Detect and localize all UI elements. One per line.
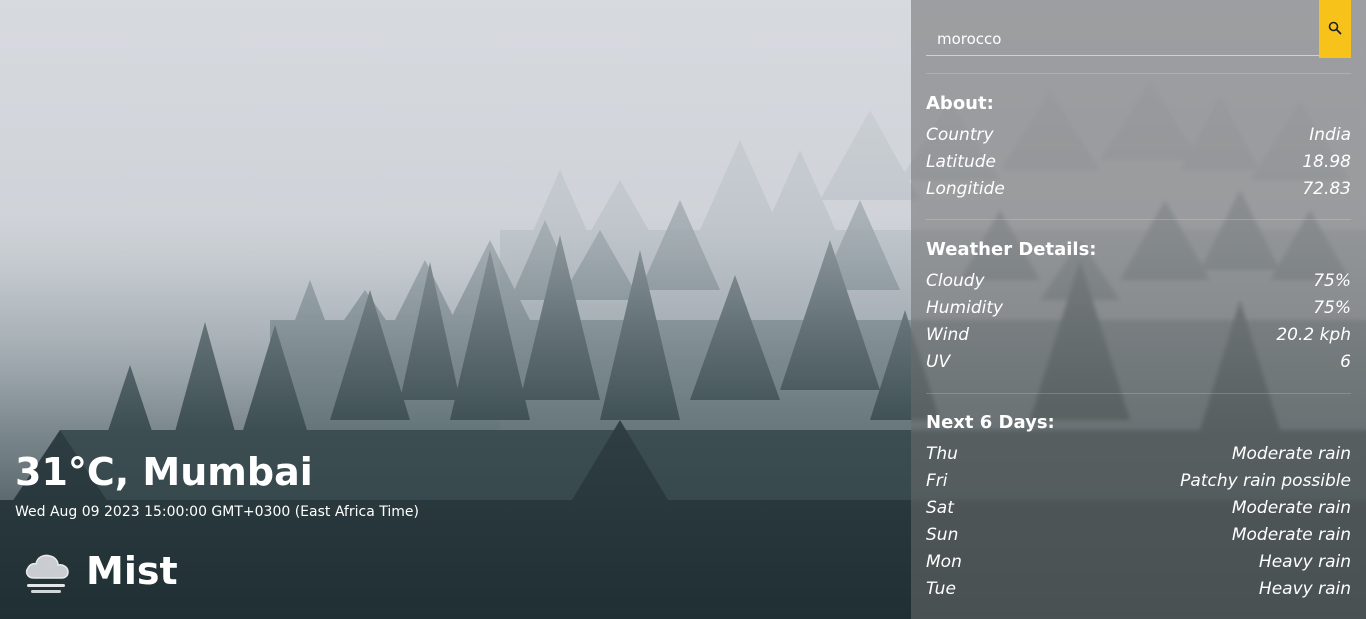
row-value: 18.98	[1302, 152, 1351, 172]
condition-label: Mist	[86, 549, 178, 593]
row-value: 20.2 kph	[1276, 325, 1351, 345]
forecast-row: Tue Heavy rain	[926, 576, 1351, 603]
row-label: Humidity	[926, 298, 1004, 318]
about-section: About: Country India Latitude 18.98 Long…	[926, 93, 1351, 203]
search-bar	[926, 0, 1351, 58]
row-value: 6	[1340, 352, 1351, 372]
forecast-day: Sun	[926, 525, 959, 545]
forecast-day: Tue	[926, 579, 956, 599]
row-label: Wind	[926, 325, 970, 345]
forecast-row: Sat Moderate rain	[926, 495, 1351, 522]
forecast-day: Sat	[926, 498, 954, 518]
weather-details-title: Weather Details:	[926, 239, 1097, 260]
forecast-row: Thu Moderate rain	[926, 441, 1351, 468]
forecast-row: Fri Patchy rain possible	[926, 468, 1351, 495]
current-datetime: Wed Aug 09 2023 15:00:00 GMT+0300 (East …	[15, 504, 419, 520]
weather-details-section: Weather Details: Cloudy 75% Humidity 75%…	[926, 239, 1351, 376]
row-label: Latitude	[926, 152, 996, 172]
forecast-desc: Heavy rain	[1258, 579, 1351, 599]
detail-row-uv: UV 6	[926, 349, 1351, 376]
search-icon	[1328, 21, 1342, 38]
search-button[interactable]	[1319, 0, 1351, 58]
forecast-desc: Moderate rain	[1231, 525, 1351, 545]
divider	[926, 219, 1351, 220]
row-label: UV	[926, 352, 951, 372]
row-value: 75%	[1313, 271, 1351, 291]
forecast-section: Next 6 Days: Thu Moderate rain Fri Patch…	[926, 412, 1351, 603]
forecast-row: Mon Heavy rain	[926, 549, 1351, 576]
weather-app: 31°C, Mumbai Wed Aug 09 2023 15:00:00 GM…	[0, 0, 1366, 619]
row-label: Longitide	[926, 179, 1005, 199]
detail-row-wind: Wind 20.2 kph	[926, 322, 1351, 349]
forecast-day: Mon	[926, 552, 962, 572]
temperature-city-heading: 31°C, Mumbai	[15, 450, 313, 494]
forecast-desc: Moderate rain	[1231, 498, 1351, 518]
about-row-latitude: Latitude 18.98	[926, 149, 1351, 176]
current-condition: Mist	[22, 548, 178, 594]
detail-row-cloudy: Cloudy 75%	[926, 268, 1351, 295]
current-weather-summary: 31°C, Mumbai Wed Aug 09 2023 15:00:00 GM…	[15, 450, 419, 521]
row-value: 75%	[1313, 298, 1351, 318]
forecast-row: Sun Moderate rain	[926, 522, 1351, 549]
row-value: 72.83	[1302, 179, 1351, 199]
row-label: Country	[926, 125, 994, 145]
cloud-mist-icon	[22, 548, 72, 594]
forecast-day: Thu	[926, 444, 958, 464]
forecast-day: Fri	[926, 471, 948, 491]
about-row-country: Country India	[926, 122, 1351, 149]
location-search-input[interactable]	[926, 22, 1319, 56]
divider	[926, 73, 1351, 74]
about-row-longitude: Longitide 72.83	[926, 176, 1351, 203]
forecast-title: Next 6 Days:	[926, 412, 1055, 433]
forecast-desc: Patchy rain possible	[1180, 471, 1351, 491]
forecast-desc: Heavy rain	[1258, 552, 1351, 572]
forecast-desc: Moderate rain	[1231, 444, 1351, 464]
detail-row-humidity: Humidity 75%	[926, 295, 1351, 322]
row-label: Cloudy	[926, 271, 985, 291]
about-title: About:	[926, 93, 994, 114]
row-value: India	[1309, 125, 1351, 145]
details-panel: About: Country India Latitude 18.98 Long…	[911, 0, 1366, 619]
divider	[926, 393, 1351, 394]
